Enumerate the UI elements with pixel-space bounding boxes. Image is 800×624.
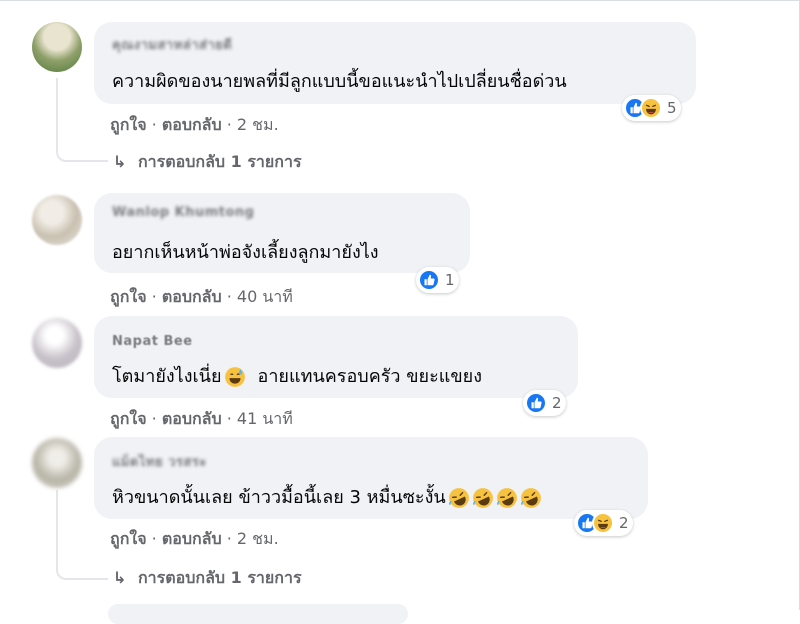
- view-replies-link[interactable]: ↳ การตอบกลับ 1 รายการ: [113, 566, 302, 591]
- comment-time[interactable]: 40 นาที: [237, 287, 293, 306]
- avatar[interactable]: [32, 438, 82, 488]
- reaction-summary[interactable]: 5: [622, 95, 681, 121]
- comment-time[interactable]: 41 นาที: [237, 409, 293, 428]
- reaction-count: 2: [619, 514, 629, 532]
- comment-time[interactable]: 2 ชม.: [237, 529, 279, 548]
- comment-author[interactable]: คุณงามสาหล่าส่ายดี: [112, 34, 232, 55]
- avatar[interactable]: [32, 22, 82, 72]
- comment-bubble: Wanlop Khumtong อยากเห็นหน้าพ่อจังเลี้ยง…: [94, 193, 470, 273]
- like-link[interactable]: ถูกใจ: [110, 287, 147, 306]
- reply-link[interactable]: ตอบกลับ: [162, 115, 222, 134]
- reply-arrow-icon: ↳: [113, 152, 127, 171]
- comment-author[interactable]: แม็ดไทย วรสระ: [112, 451, 207, 472]
- comment-bubble: Napat Bee โตมายังไงเนี่ย อายแทนครอบครัว ข…: [94, 316, 578, 398]
- rofl-emoji: [520, 487, 542, 509]
- rofl-emoji: [448, 487, 470, 509]
- replies-label: การตอบกลับ 1 รายการ: [137, 568, 302, 587]
- like-icon: [525, 392, 547, 414]
- reaction-count: 5: [667, 99, 677, 117]
- comment-actions: ถูกใจ · ตอบกลับ · 2 ชม.: [110, 115, 279, 134]
- comment-text: โตมายังไงเนี่ย อายแทนครอบครัว ขยะแขยง: [112, 366, 482, 388]
- comment-bubble: แม็ดไทย วรสระ หิวขนาดนั้นเลย ข้าววมื้อนี…: [94, 437, 648, 519]
- rofl-emoji: [472, 487, 494, 509]
- reaction-summary[interactable]: 2: [523, 390, 566, 416]
- like-link[interactable]: ถูกใจ: [110, 529, 147, 548]
- comment-text: ความผิดของนายพลที่มีลูกแบบนี้ขอแนะนำไปเป…: [112, 71, 567, 92]
- comment-bubble-partial: [108, 604, 408, 624]
- avatar[interactable]: [32, 318, 82, 368]
- comment-bubble: คุณงามสาหล่าส่ายดี ความผิดของนายพลที่มีล…: [94, 22, 696, 104]
- reply-arrow-icon: ↳: [113, 568, 127, 587]
- rofl-emoji: [496, 487, 518, 509]
- reaction-count: 2: [552, 394, 562, 412]
- frame-top-border: [0, 0, 800, 1]
- reply-link[interactable]: ตอบกลับ: [162, 529, 222, 548]
- reaction-count: 1: [445, 271, 455, 289]
- comment-author[interactable]: Wanlop Khumtong: [112, 205, 254, 220]
- reaction-summary[interactable]: 1: [416, 267, 459, 293]
- comment-text: หิวขนาดนั้นเลย ข้าววมื้อนี้เลย 3 หมื่นซะ…: [112, 482, 542, 511]
- comment-actions: ถูกใจ · ตอบกลับ · 41 นาที: [110, 409, 293, 428]
- view-replies-link[interactable]: ↳ การตอบกลับ 1 รายการ: [113, 150, 302, 175]
- comment-author[interactable]: Napat Bee: [112, 334, 193, 349]
- comment-actions: ถูกใจ · ตอบกลับ · 2 ชม.: [110, 529, 279, 548]
- haha-icon: [640, 97, 662, 119]
- like-link[interactable]: ถูกใจ: [110, 409, 147, 428]
- avatar[interactable]: [32, 195, 82, 245]
- reaction-summary[interactable]: 2: [574, 510, 633, 536]
- like-link[interactable]: ถูกใจ: [110, 115, 147, 134]
- rofl-emoji-group: [446, 487, 542, 508]
- comment-actions: ถูกใจ · ตอบกลับ · 40 นาที: [110, 287, 293, 306]
- haha-icon: [592, 512, 614, 534]
- replies-label: การตอบกลับ 1 รายการ: [137, 152, 302, 171]
- comment-time[interactable]: 2 ชม.: [237, 115, 279, 134]
- grinning-sweat-emoji: [224, 366, 246, 388]
- like-icon: [418, 269, 440, 291]
- comment-text: อยากเห็นหน้าพ่อจังเลี้ยงลูกมายังไง: [112, 242, 379, 263]
- reply-link[interactable]: ตอบกลับ: [162, 409, 222, 428]
- reply-link[interactable]: ตอบกลับ: [162, 287, 222, 306]
